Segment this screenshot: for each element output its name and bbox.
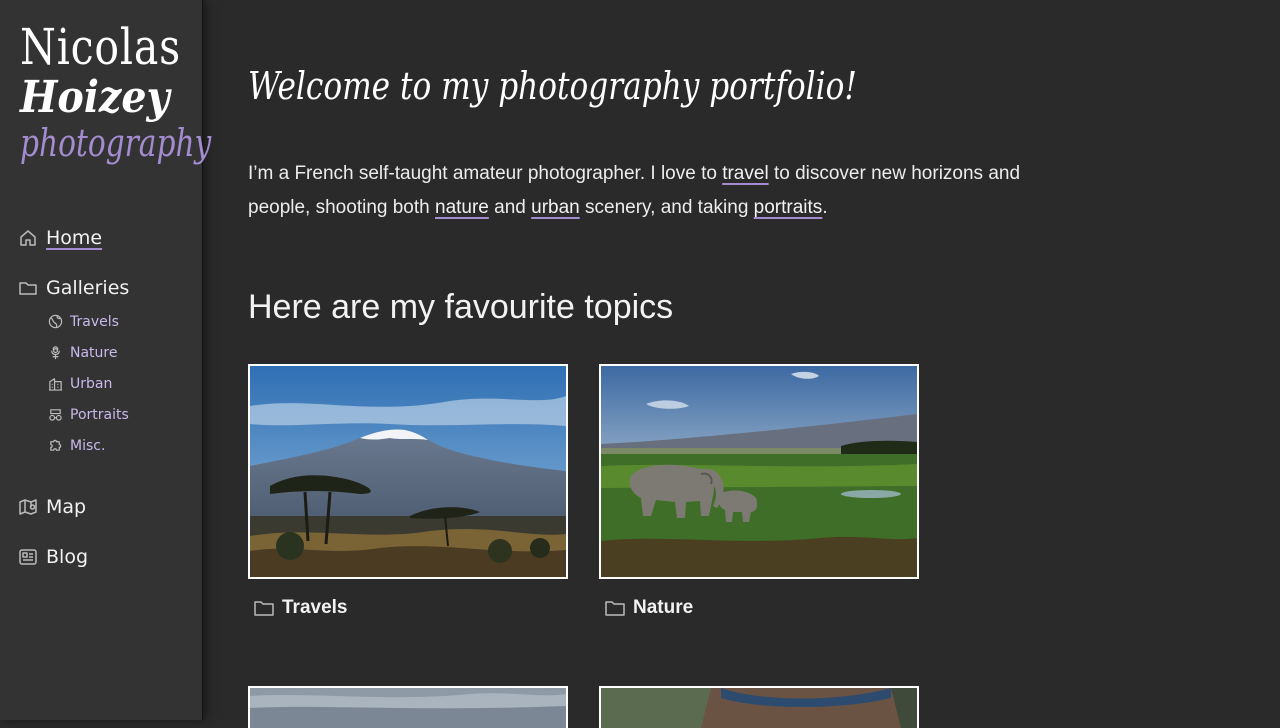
sidebar-label-nature: Nature (70, 344, 118, 361)
intro-text-4: scenery, and taking (579, 197, 754, 218)
sidebar-label-portraits: Portraits (70, 406, 129, 423)
topic-thumbnail-urban[interactable] (248, 686, 568, 728)
folder-icon (254, 599, 274, 617)
topic-thumbnail-nature[interactable] (599, 364, 919, 579)
intro-text-1: I’m a French self-taught amateur photogr… (248, 163, 723, 184)
flower-icon (48, 345, 63, 360)
sidebar-item-urban[interactable]: Urban (18, 368, 129, 399)
main-nav: Home Galleries Travels Nature Urban Port… (18, 222, 129, 573)
link-portraits[interactable]: portraits (754, 197, 823, 218)
topic-card-nature[interactable]: Nature (599, 364, 919, 619)
nav-item-galleries[interactable]: Galleries (18, 272, 129, 304)
nav-label-home: Home (46, 227, 103, 249)
link-travel[interactable]: travel (722, 163, 768, 184)
sidebar-item-misc[interactable]: Misc. (18, 430, 129, 461)
globe-icon (48, 314, 63, 329)
topic-title-travels: Travels (282, 597, 348, 618)
topic-card-travels[interactable]: Travels (248, 364, 568, 619)
folder-icon (18, 278, 38, 298)
intro-text-3: and (488, 197, 532, 218)
sidebar: Nicolas Hoizey photography Home Gallerie… (0, 0, 211, 720)
page-title: Welcome to my photography portfolio! (248, 64, 857, 108)
sidebar-label-urban: Urban (70, 375, 113, 392)
folder-icon (605, 599, 625, 617)
topic-card-portraits[interactable] (599, 686, 919, 728)
sidebar-label-travels: Travels (70, 313, 119, 330)
nav-label-galleries: Galleries (46, 277, 130, 299)
sidebar-item-portraits[interactable]: Portraits (18, 399, 129, 430)
site-logo[interactable]: Nicolas Hoizey photography (20, 22, 265, 162)
elephant-photo (601, 366, 917, 577)
nav-label-blog: Blog (46, 546, 88, 568)
news-icon (18, 547, 38, 567)
nav-item-map[interactable]: Map (18, 491, 129, 523)
topic-label-travels[interactable]: Travels (248, 597, 568, 619)
sidebar-item-nature[interactable]: Nature (18, 337, 129, 368)
home-icon (18, 228, 38, 248)
topic-thumbnail-portraits[interactable] (599, 686, 919, 728)
sidebar-item-travels[interactable]: Travels (18, 306, 129, 337)
glasses-icon (48, 407, 63, 422)
logo-tagline: photography (20, 121, 212, 165)
topic-label-nature[interactable]: Nature (599, 597, 919, 619)
mountain-photo (250, 366, 566, 577)
topic-thumbnail-travels[interactable] (248, 364, 568, 579)
nav-item-blog[interactable]: Blog (18, 541, 129, 573)
nav-label-map: Map (46, 496, 87, 518)
logo-first-name: Nicolas (20, 18, 181, 76)
link-nature[interactable]: nature (435, 197, 489, 218)
topic-card-urban[interactable] (248, 686, 568, 728)
topics-heading: Here are my favourite topics (248, 288, 674, 326)
portrait-photo (601, 688, 917, 728)
topic-title-nature: Nature (633, 597, 694, 618)
logo-last-name: Hoizey (20, 72, 170, 123)
gallery-submenu: Travels Nature Urban Portraits Misc. (18, 306, 129, 461)
intro-paragraph: I’m a French self-taught amateur photogr… (248, 157, 1078, 225)
nav-item-home[interactable]: Home (18, 222, 129, 254)
building-icon (48, 376, 63, 391)
cityscape-photo (250, 688, 566, 728)
intro-text-5: . (822, 197, 828, 218)
sidebar-label-misc: Misc. (70, 437, 106, 454)
link-urban[interactable]: urban (531, 197, 580, 218)
map-icon (18, 497, 38, 517)
puzzle-icon (48, 438, 63, 453)
